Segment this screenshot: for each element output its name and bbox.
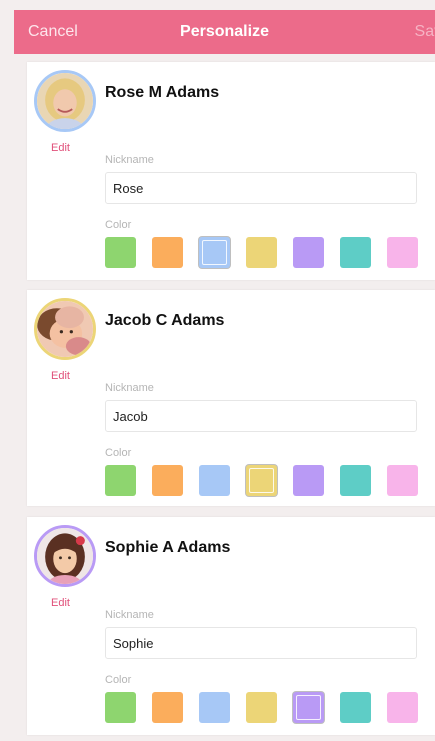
color-swatch[interactable] (387, 692, 418, 723)
color-swatch[interactable] (340, 237, 371, 268)
color-picker (105, 692, 425, 724)
color-picker (105, 237, 425, 269)
nickname-label: Nickname (105, 154, 154, 166)
edit-photo-button[interactable]: Edit (51, 370, 70, 382)
color-label: Color (105, 447, 132, 459)
color-swatch[interactable] (246, 465, 277, 496)
color-swatch[interactable] (387, 237, 418, 268)
nickname-label: Nickname (105, 382, 154, 394)
nickname-label: Nickname (105, 609, 154, 621)
avatar-photo-jacob (37, 301, 93, 357)
color-swatch[interactable] (340, 692, 371, 723)
person-name: Sophie A Adams (105, 539, 231, 556)
person-card-jacob: Edit Jacob C Adams Nickname Color (27, 290, 435, 506)
avatar-photo-rose (37, 73, 93, 129)
nickname-input[interactable] (105, 400, 417, 432)
color-swatch[interactable] (152, 237, 183, 268)
color-label: Color (105, 219, 132, 231)
person-name: Jacob C Adams (105, 312, 225, 329)
save-button[interactable]: Save (415, 23, 435, 41)
person-card-rose: Edit Rose M Adams Nickname Color (27, 62, 435, 280)
avatar-rose[interactable] (34, 70, 96, 132)
color-swatch[interactable] (293, 465, 324, 496)
color-swatch[interactable] (105, 692, 136, 723)
cancel-button[interactable]: Cancel (28, 23, 78, 41)
color-swatch[interactable] (105, 237, 136, 268)
color-swatch[interactable] (340, 465, 371, 496)
person-card-sophie: Edit Sophie A Adams Nickname Color (27, 517, 435, 735)
color-swatch[interactable] (246, 692, 277, 723)
color-swatch[interactable] (199, 237, 230, 268)
color-swatch[interactable] (387, 465, 418, 496)
avatar-photo-sophie (37, 528, 93, 584)
color-swatch[interactable] (199, 465, 230, 496)
color-swatch[interactable] (246, 237, 277, 268)
avatar-jacob[interactable] (34, 298, 96, 360)
nickname-input[interactable] (105, 627, 417, 659)
color-picker (105, 465, 425, 497)
color-swatch[interactable] (152, 692, 183, 723)
color-swatch[interactable] (105, 465, 136, 496)
avatar-sophie[interactable] (34, 525, 96, 587)
color-swatch[interactable] (293, 237, 324, 268)
color-label: Color (105, 674, 132, 686)
nickname-input[interactable] (105, 172, 417, 204)
nav-bar: Cancel Personalize Save (14, 10, 435, 54)
color-swatch[interactable] (152, 465, 183, 496)
color-swatch[interactable] (293, 692, 324, 723)
person-name: Rose M Adams (105, 84, 220, 101)
edit-photo-button[interactable]: Edit (51, 142, 70, 154)
edit-photo-button[interactable]: Edit (51, 597, 70, 609)
color-swatch[interactable] (199, 692, 230, 723)
